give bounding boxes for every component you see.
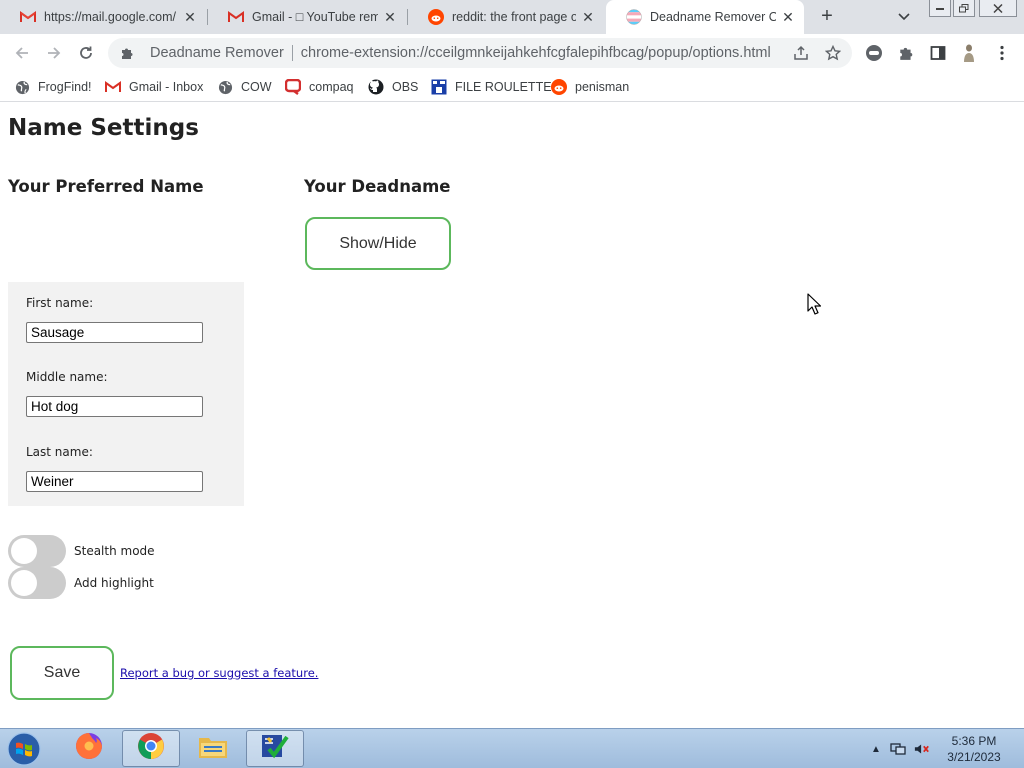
tab-gmail-2[interactable]: Gmail - □ YouTube remov ✕	[208, 0, 406, 34]
puzzle-icon	[119, 45, 135, 61]
extensions-puzzle-icon[interactable]	[896, 43, 916, 63]
github-icon	[368, 79, 384, 95]
close-icon[interactable]: ✕	[780, 9, 796, 25]
bookmark-label: compaq	[309, 80, 354, 94]
deadname-heading: Your Deadname	[304, 177, 451, 196]
bookmark-label: OBS	[392, 80, 419, 94]
share-icon[interactable]	[793, 45, 809, 61]
bookmark-file-roulette[interactable]: FILE ROULETTE	[431, 76, 552, 98]
clock-time: 5:36 PM	[951, 734, 997, 748]
bookmark-frogfind[interactable]: FrogFind!	[14, 76, 92, 98]
gmail-icon	[105, 79, 121, 95]
checklist-app-icon	[259, 731, 291, 766]
chevron-down-icon[interactable]	[894, 8, 914, 26]
file-explorer-icon	[197, 732, 229, 765]
extension-icon[interactable]	[864, 43, 884, 63]
gmail-icon	[228, 9, 244, 25]
new-tab-button[interactable]: +	[815, 5, 839, 29]
taskbar-file-explorer[interactable]	[184, 730, 242, 767]
bookmark-gmail-inbox[interactable]: Gmail - Inbox	[105, 76, 203, 98]
chrome-icon	[136, 731, 166, 766]
bookmark-label: Gmail - Inbox	[129, 80, 204, 94]
page-title: Name Settings	[8, 115, 199, 141]
toggle-knob	[11, 570, 37, 596]
reddit-icon	[551, 79, 567, 95]
report-bug-link[interactable]: Report a bug or suggest a feature.	[120, 666, 318, 680]
tab-reddit[interactable]: reddit: the front page of t ✕	[408, 0, 604, 34]
tab-title: reddit: the front page of t	[452, 10, 576, 24]
tab-title: https://mail.google.com/	[44, 10, 177, 24]
browser-toolbar: Deadname Remover chrome-extension://ccei…	[0, 34, 1024, 72]
menu-kebab-icon[interactable]	[992, 43, 1012, 63]
stealth-mode-row: Stealth mode	[8, 535, 155, 567]
stealth-mode-label: Stealth mode	[74, 544, 155, 558]
middle-name-input[interactable]	[26, 396, 203, 417]
divider	[291, 45, 293, 61]
reload-button[interactable]	[74, 41, 98, 65]
add-highlight-label: Add highlight	[74, 576, 154, 590]
add-highlight-row: Add highlight	[8, 567, 154, 599]
save-button[interactable]: Save	[10, 646, 114, 700]
globe-icon	[14, 79, 30, 95]
show-hide-button[interactable]: Show/Hide	[305, 217, 451, 270]
first-name-label: First name:	[26, 296, 94, 310]
window-close-button[interactable]	[979, 0, 1017, 17]
firefox-icon	[74, 731, 104, 766]
taskbar-chrome[interactable]	[122, 730, 180, 767]
options-page: Name Settings Your Preferred Name Your D…	[0, 103, 1024, 728]
middle-name-label: Middle name:	[26, 370, 108, 384]
show-hidden-icons-icon[interactable]: ▲	[868, 741, 884, 757]
close-icon[interactable]: ✕	[580, 9, 596, 25]
forward-button[interactable]	[42, 41, 66, 65]
add-highlight-toggle[interactable]	[8, 567, 66, 599]
restore-button[interactable]	[953, 0, 975, 17]
bookmark-label: COW	[241, 80, 272, 94]
globe-icon	[217, 79, 233, 95]
file-roulette-icon	[431, 79, 447, 95]
taskbar-firefox[interactable]	[60, 730, 118, 767]
trans-flag-icon	[626, 9, 642, 25]
url-text[interactable]: chrome-extension://cceilgmnkeijahkehfcgf…	[301, 45, 771, 61]
clock-date: 3/21/2023	[947, 750, 1001, 764]
volume-muted-icon[interactable]	[914, 741, 930, 757]
last-name-input[interactable]	[26, 471, 203, 492]
side-panel-icon[interactable]	[928, 43, 948, 63]
bookmark-obs[interactable]: OBS	[368, 76, 418, 98]
system-clock[interactable]: 5:36 PM 3/21/2023	[940, 733, 1008, 765]
bookmark-cow[interactable]: COW	[217, 76, 272, 98]
reddit-icon	[428, 9, 444, 25]
last-name-label: Last name:	[26, 445, 93, 459]
compaq-icon	[285, 79, 301, 95]
bookmark-penisman[interactable]: penisman	[551, 76, 629, 98]
tab-gmail-1[interactable]: https://mail.google.com/ ✕	[0, 0, 206, 34]
profile-avatar[interactable]	[959, 43, 979, 63]
windows-taskbar: ▲ 5:36 PM 3/21/2023	[0, 728, 1024, 768]
back-button[interactable]	[10, 41, 34, 65]
bookmark-label: penisman	[575, 80, 630, 94]
tab-title: Deadname Remover Opti	[650, 10, 776, 24]
address-bar[interactable]: Deadname Remover chrome-extension://ccei…	[108, 38, 852, 68]
toggle-knob	[11, 538, 37, 564]
tab-strip: https://mail.google.com/ ✕ Gmail - □ You…	[0, 0, 1024, 34]
bookmark-compaq[interactable]: compaq	[285, 76, 353, 98]
start-button[interactable]	[4, 730, 44, 768]
first-name-input[interactable]	[26, 322, 203, 343]
bookmark-star-icon[interactable]	[825, 45, 841, 61]
network-icon[interactable]	[890, 741, 906, 757]
gmail-icon	[20, 9, 36, 25]
preferred-name-panel: First name: Middle name: Last name:	[8, 282, 244, 506]
taskbar-checklist-app[interactable]	[246, 730, 304, 767]
bookmark-label: FILE ROULETTE	[455, 80, 552, 94]
close-icon[interactable]: ✕	[382, 9, 398, 25]
bookmarks-bar: FrogFind! Gmail - Inbox COW compaq OBS F…	[0, 72, 1024, 102]
tab-deadname-options[interactable]: Deadname Remover Opti ✕	[606, 0, 804, 34]
close-icon[interactable]: ✕	[182, 9, 198, 25]
stealth-mode-toggle[interactable]	[8, 535, 66, 567]
mouse-cursor-icon	[807, 293, 822, 315]
minimize-button[interactable]	[929, 0, 951, 17]
tab-title: Gmail - □ YouTube remov	[252, 10, 378, 24]
site-name: Deadname Remover	[150, 45, 284, 61]
bookmark-label: FrogFind!	[38, 80, 92, 94]
preferred-name-heading: Your Preferred Name	[8, 177, 204, 196]
